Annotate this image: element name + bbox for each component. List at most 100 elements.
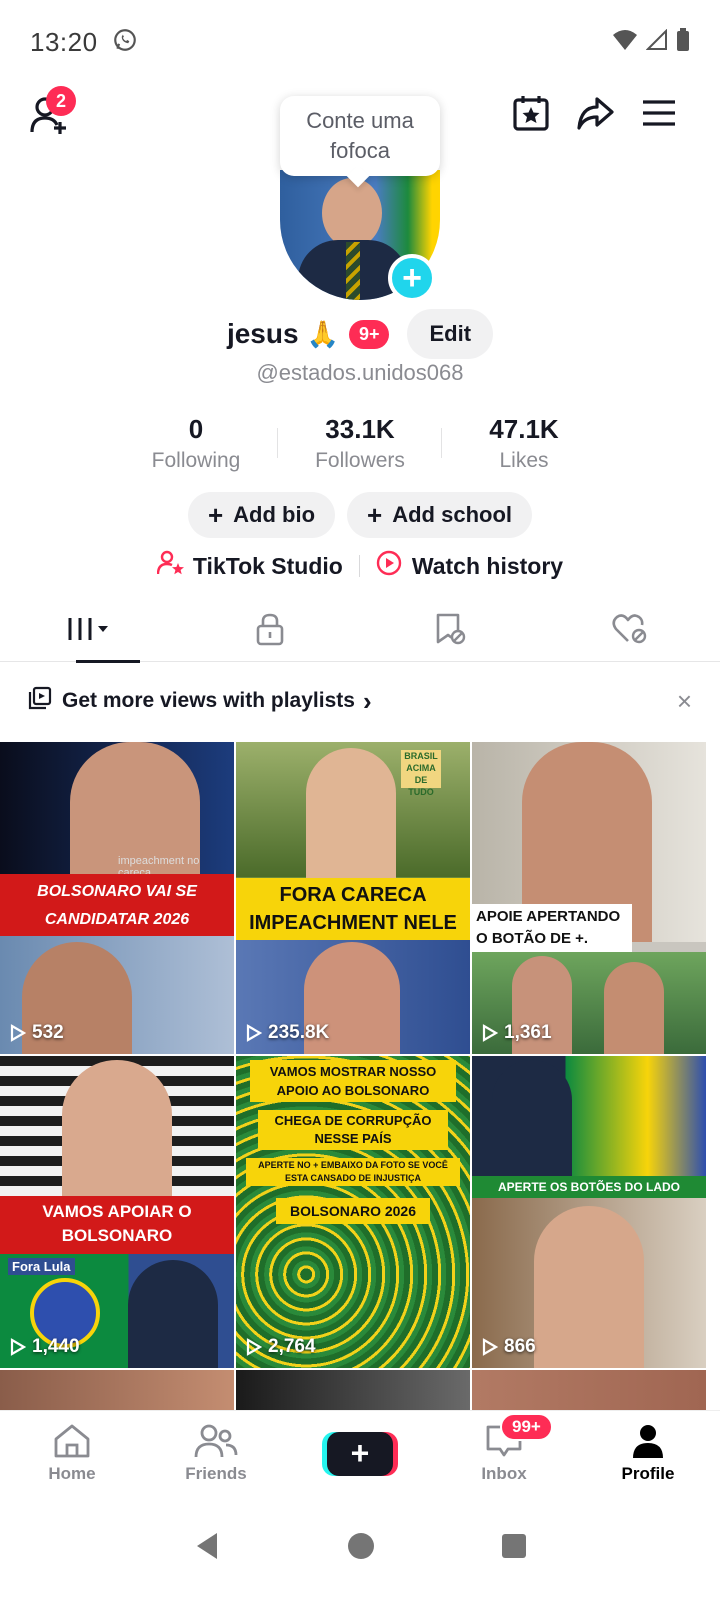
plus-icon: + <box>367 499 383 530</box>
nav-home[interactable]: Home <box>0 1411 144 1496</box>
video-tile[interactable] <box>236 1370 470 1410</box>
view-count-value: 235.8K <box>268 1022 330 1043</box>
view-count: 2,764 <box>246 1336 316 1358</box>
nav-friends[interactable]: Friends <box>144 1411 288 1496</box>
avatar-face <box>322 178 382 248</box>
add-avatar-button[interactable]: + <box>388 254 436 302</box>
view-count: 1,361 <box>482 1022 552 1044</box>
play-icon <box>10 1024 26 1042</box>
view-count-value: 2,764 <box>268 1336 316 1357</box>
status-prompt-tooltip[interactable]: Conte uma fofoca <box>280 96 440 176</box>
video-caption: CHEGA DE CORRUPÇÃO NESSE PAÍS <box>258 1110 448 1150</box>
display-name: jesus <box>226 318 299 349</box>
nav-inbox[interactable]: 99+ Inbox <box>432 1411 576 1496</box>
home-circle-icon[interactable] <box>346 1531 376 1566</box>
video-caption: VAMOS MOSTRAR NOSSO APOIO AO BOLSONARO <box>250 1060 456 1102</box>
nav-friends-label: Friends <box>185 1464 247 1483</box>
studio-label: TikTok Studio <box>192 552 343 579</box>
tab-saved[interactable] <box>360 600 540 662</box>
stat-value: 0 <box>188 414 204 444</box>
video-tile[interactable]: VAMOS MOSTRAR NOSSO APOIO AO BOLSONARO C… <box>236 1056 470 1368</box>
play-circle-icon <box>376 550 402 582</box>
menu-button[interactable] <box>636 92 682 138</box>
friend-request-badge: 2 <box>46 86 76 116</box>
share-icon <box>575 93 615 138</box>
view-count: 235.8K <box>246 1022 329 1044</box>
watch-history-link[interactable]: Watch history <box>376 550 563 582</box>
back-icon[interactable] <box>193 1531 221 1566</box>
status-time: 13:20 <box>30 26 98 57</box>
close-icon[interactable]: × <box>677 686 692 717</box>
username: @estados.unidos068 <box>256 360 464 385</box>
protest-sign: BRASIL ACIMA DE TUDO <box>401 750 441 797</box>
thumbnail-person <box>604 962 664 1054</box>
stat-value: 33.1K <box>325 414 395 444</box>
play-icon <box>246 1024 262 1042</box>
tiktok-studio-link[interactable]: TikTok Studio <box>156 550 343 582</box>
stat-value: 47.1K <box>489 414 559 444</box>
thumbnail-person <box>306 748 396 880</box>
divider <box>358 555 360 577</box>
calendar-star-icon <box>511 93 551 138</box>
thumbnail-person <box>534 1206 644 1368</box>
watch-history-label: Watch history <box>411 552 564 579</box>
play-icon <box>10 1338 26 1356</box>
video-tile[interactable]: BRASIL ACIMA DE TUDO FORA CARECA IMPEACH… <box>236 742 470 1054</box>
video-tile[interactable]: impeachment no careca BOLSONARO VAI SE C… <box>0 742 234 1054</box>
view-count-value: 866 <box>504 1336 536 1357</box>
nav-inbox-label: Inbox <box>481 1464 527 1483</box>
edit-profile-button[interactable]: Edit <box>407 309 494 359</box>
video-tile[interactable] <box>472 1370 706 1410</box>
nav-home-label: Home <box>48 1464 96 1483</box>
video-tile[interactable]: APOIE APERTANDO O BOTÃO DE +. 1,361 <box>472 742 706 1054</box>
name-row: jesus 🙏 9+ Edit <box>0 309 720 359</box>
view-count-value: 1,361 <box>504 1022 552 1043</box>
add-school-label: Add school <box>392 502 513 527</box>
thumbnail-person <box>492 1060 572 1176</box>
heart-hidden-icon <box>612 613 648 650</box>
wifi-icon <box>612 29 638 56</box>
video-caption: APERTE OS BOTÕES DO LADO <box>472 1176 706 1198</box>
thumbnail-person <box>62 1060 172 1200</box>
whatsapp-icon <box>112 27 138 58</box>
status-bar: 13:20 <box>0 0 720 84</box>
video-caption: APOIE APERTANDO O BOTÃO DE +. <box>472 904 632 952</box>
bookmark-hidden-icon <box>433 612 467 651</box>
video-caption: BOLSONARO VAI SE CANDIDATAR 2026 <box>0 874 234 936</box>
nav-create[interactable]: + <box>288 1411 432 1496</box>
nav-profile[interactable]: Profile <box>576 1411 720 1496</box>
lock-icon <box>255 612 285 651</box>
tab-liked[interactable] <box>540 600 720 662</box>
tab-videos[interactable] <box>0 600 180 663</box>
add-school-button[interactable]: + Add school <box>347 492 533 538</box>
thumbnail-person <box>128 1260 218 1368</box>
tab-private[interactable] <box>180 600 360 662</box>
hamburger-icon <box>641 98 677 133</box>
add-bio-button[interactable]: + Add bio <box>187 492 336 538</box>
video-caption: FORA CARECA IMPEACHMENT NELE <box>236 878 470 940</box>
video-tile[interactable] <box>0 1370 234 1410</box>
signal-icon <box>645 28 668 56</box>
play-icon <box>246 1338 262 1356</box>
video-tile[interactable]: APERTE OS BOTÕES DO LADO 866 <box>472 1056 706 1368</box>
playlist-banner-text: Get more views with playlists <box>62 689 355 712</box>
share-profile-button[interactable] <box>572 92 618 138</box>
bio-actions: + Add bio + Add school <box>0 492 720 538</box>
chevron-right-icon: › <box>362 685 372 716</box>
nav-profile-label: Profile <box>621 1464 675 1483</box>
playlist-banner[interactable]: Get more views with playlists › × <box>0 672 720 730</box>
notification-badge[interactable]: 9+ <box>348 319 390 349</box>
view-count-value: 532 <box>32 1022 64 1043</box>
calendar-button[interactable] <box>508 92 554 138</box>
view-count: 866 <box>482 1336 536 1358</box>
add-friend-button[interactable]: 2 <box>24 86 76 142</box>
stat-label: Following <box>151 449 241 472</box>
stat-followers[interactable]: 33.1K Followers <box>278 414 442 478</box>
create-button[interactable]: + <box>327 1431 393 1476</box>
friends-icon <box>194 1423 238 1464</box>
stat-likes[interactable]: 47.1K Likes <box>442 414 606 478</box>
video-caption: APERTE NO + EMBAIXO DA FOTO SE VOCÊ ESTA… <box>246 1158 460 1186</box>
video-tile[interactable]: VAMOS APOIAR O BOLSONARO Fora Lula 1,440 <box>0 1056 234 1368</box>
recents-icon[interactable] <box>501 1533 527 1564</box>
stat-following[interactable]: 0 Following <box>114 414 278 478</box>
